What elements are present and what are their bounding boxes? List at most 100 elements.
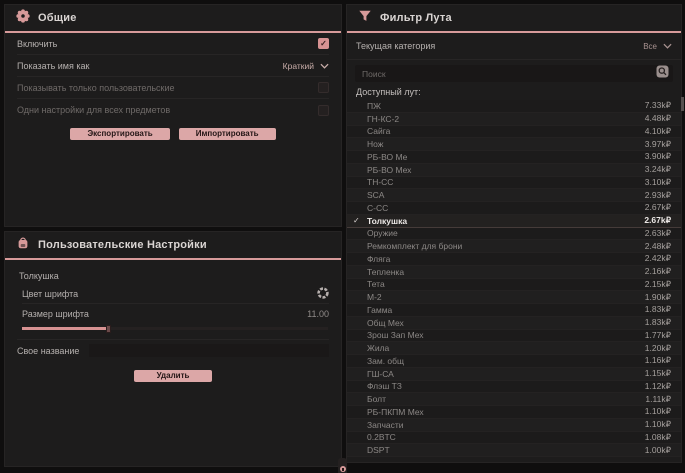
category-label: Текущая категория	[356, 41, 435, 51]
loot-item-name: Сайга	[367, 126, 645, 136]
list-item[interactable]: ГН-КС-2 4.48k₽	[347, 113, 681, 126]
list-item[interactable]: ГШ-СА 1.15k₽	[347, 368, 681, 381]
loot-item-value: 1.90k₽	[645, 292, 671, 303]
loot-item-value: 1.08k₽	[645, 432, 671, 443]
loot-item-value: 1.83k₽	[645, 317, 671, 328]
list-item[interactable]: Зрош Зап Мех 1.77k₽	[347, 330, 681, 343]
loot-item-name: Нож	[367, 139, 645, 149]
font-size-value: 11.00	[307, 309, 329, 319]
loot-item-value: 2.63k₽	[645, 228, 671, 239]
loot-item-name: С-СС	[367, 203, 645, 213]
panel-general: Общие Включить ✓ Показать имя как Кратки…	[4, 4, 342, 227]
list-item[interactable]: Тета 2.15k₽	[347, 279, 681, 292]
list-item[interactable]: Фляга 2.42k₽	[347, 253, 681, 266]
font-size-slider[interactable]	[22, 324, 328, 333]
loot-item-name: Оружие	[367, 228, 645, 238]
same-settings-checkbox[interactable]	[318, 105, 329, 116]
loot-item-value: 2.93k₽	[645, 190, 671, 201]
scrollbar-thumb[interactable]	[681, 97, 684, 111]
enable-label: Включить	[17, 39, 57, 49]
list-item[interactable]: Сайга 4.10k₽	[347, 126, 681, 139]
loot-item-name: SCA	[367, 190, 645, 200]
panel-title: Фильтр Лута	[380, 12, 452, 24]
list-item[interactable]: ТН-СС 3.10k₽	[347, 177, 681, 190]
loot-item-name: РБ-ПКПМ Мех	[367, 407, 645, 417]
font-color-row: Цвет шрифта	[22, 285, 329, 304]
loot-item-name: Фляга	[367, 254, 645, 264]
loot-item-name: Тепленка	[367, 267, 645, 277]
check-icon: ✓	[353, 216, 360, 225]
list-item[interactable]: SCA 2.93k₽	[347, 189, 681, 202]
loot-item-name: Гамма	[367, 305, 645, 315]
panel-title: Пользовательские Настройки	[38, 239, 207, 251]
loot-item-value: 3.97k₽	[645, 139, 671, 150]
list-item[interactable]: DSPT 1.00k₽	[347, 444, 681, 457]
list-item[interactable]: РБ-ВО Ме 3.90k₽	[347, 151, 681, 164]
loot-item-value: 1.00k₽	[645, 445, 671, 456]
list-item[interactable]: РБ-ПКПМ Мех 1.10k₽	[347, 406, 681, 419]
import-button[interactable]: Импортировать	[179, 128, 276, 140]
name-display-label: Показать имя как	[17, 61, 89, 71]
loot-item-value: 1.20k₽	[645, 343, 671, 354]
backpack-icon	[16, 236, 30, 255]
list-item[interactable]: Флэш ТЗ 1.12k₽	[347, 381, 681, 394]
chevron-down-icon	[320, 63, 329, 69]
list-item[interactable]: Зам. общ 1.16k₽	[347, 355, 681, 368]
enable-checkbox[interactable]: ✓	[318, 38, 329, 49]
list-item[interactable]: М-2 1.90k₽	[347, 291, 681, 304]
loot-item-value: 1.15k₽	[645, 368, 671, 379]
loot-item-name: М-2	[367, 292, 645, 302]
funnel-icon	[358, 9, 372, 28]
list-item[interactable]: Запчасти 1.10k₽	[347, 419, 681, 432]
available-loot-label: Доступный лут:	[356, 87, 672, 97]
loot-item-name: Запчасти	[367, 420, 645, 430]
app-window: Общие Включить ✓ Показать имя как Кратки…	[0, 0, 685, 473]
list-item[interactable]: Ремкомплект для брони 2.48k₽	[347, 240, 681, 253]
loot-item-value: 7.33k₽	[645, 100, 671, 111]
loot-item-name: 0.2BTC	[367, 432, 645, 442]
loot-item-name: Зрош Зап Мех	[367, 330, 645, 340]
same-settings-label: Одни настройки для всех предметов	[17, 105, 170, 115]
slider-fill	[22, 327, 107, 330]
loot-item-value: 1.12k₽	[645, 381, 671, 392]
custom-name-input[interactable]	[89, 344, 329, 357]
list-item[interactable]: Общ Мех 1.83k₽	[347, 317, 681, 330]
name-display-dropdown[interactable]: Краткий	[283, 61, 329, 71]
color-wheel-icon[interactable]	[317, 287, 329, 301]
list-item[interactable]: ✓ Толкушка 2.67k₽	[347, 215, 681, 228]
loot-item-name: ГН-КС-2	[367, 114, 645, 124]
general-header: Общие	[5, 5, 341, 31]
list-item[interactable]: РБ-ВО Мех 3.24k₽	[347, 164, 681, 177]
list-item[interactable]: Оружие 2.63k₽	[347, 228, 681, 241]
only-custom-label: Показывать только пользовательские	[17, 83, 175, 93]
bottom-app-icon[interactable]	[336, 458, 349, 473]
list-item[interactable]: ПЖ 7.33k₽	[347, 100, 681, 113]
loot-item-name: РБ-ВО Мех	[367, 165, 645, 175]
list-item[interactable]: Гамма 1.83k₽	[347, 304, 681, 317]
enable-row: Включить ✓	[17, 33, 329, 55]
loot-item-value: 3.90k₽	[645, 151, 671, 162]
loot-item-value: 1.77k₽	[645, 330, 671, 341]
export-button[interactable]: Экспортировать	[70, 128, 169, 140]
loot-item-name: Толкушка	[367, 216, 644, 226]
list-item[interactable]: Тепленка 2.16k₽	[347, 266, 681, 279]
bottom-app-icon-dot	[342, 468, 344, 471]
loot-item-name: Общ Мех	[367, 318, 645, 328]
name-display-value: Краткий	[283, 61, 314, 71]
list-item[interactable]: 0.2BTC 1.08k₽	[347, 432, 681, 445]
search-input[interactable]	[362, 69, 656, 79]
category-dropdown[interactable]: Все	[643, 42, 672, 51]
only-custom-checkbox[interactable]	[318, 82, 329, 93]
category-row: Текущая категория Все	[347, 33, 681, 60]
slider-handle[interactable]	[106, 325, 111, 333]
loot-item-name: РБ-ВО Ме	[367, 152, 645, 162]
list-item[interactable]: Болт 1.11k₽	[347, 393, 681, 406]
loot-item-value: 2.67k₽	[645, 202, 671, 213]
list-item[interactable]: С-СС 2.67k₽	[347, 202, 681, 215]
list-item[interactable]: Нож 3.97k₽	[347, 138, 681, 151]
panel-user-settings: Пользовательские Настройки Толкушка Цвет…	[4, 231, 342, 467]
loot-item-value: 2.48k₽	[645, 241, 671, 252]
list-item[interactable]: Жила 1.20k₽	[347, 342, 681, 355]
delete-button[interactable]: Удалить	[134, 370, 212, 382]
search-icon	[656, 65, 669, 83]
